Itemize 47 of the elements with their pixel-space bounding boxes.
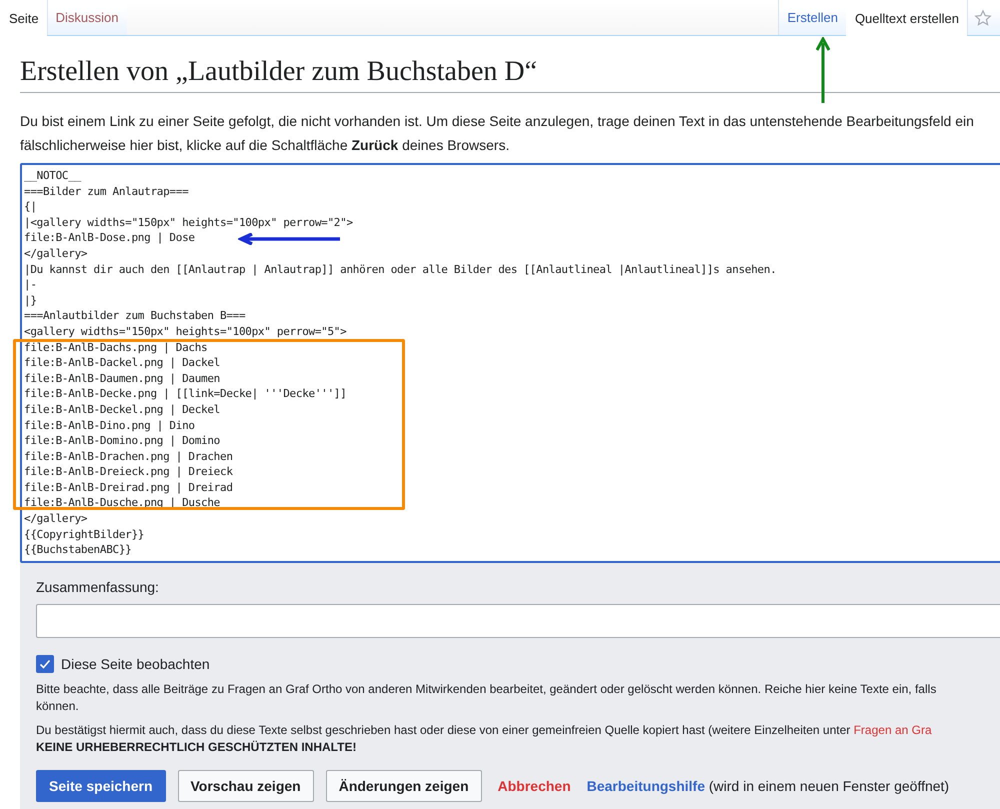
code-line: {| — [24, 199, 37, 215]
license-link[interactable]: Fragen an Gra — [854, 722, 932, 737]
code-line: {{CopyrightBilder}} — [24, 526, 144, 542]
left-arrow-icon — [238, 233, 342, 245]
save-button[interactable]: Seite speichern — [36, 770, 166, 802]
cancel-link[interactable]: Abbrechen — [494, 770, 575, 801]
code-line: file:B-AnlB-Dreieck.png | Dreieck — [24, 464, 233, 480]
code-line: </gallery> — [24, 246, 88, 262]
action-button[interactable]: Änderungen zeigen — [326, 770, 482, 802]
code-line: file:B-AnlB-Dose.png | Dose — [24, 230, 195, 246]
watch-checkbox[interactable] — [36, 654, 54, 673]
summary-label: Zusammenfassung: — [36, 578, 160, 595]
summary-field[interactable] — [36, 604, 1000, 638]
help-note: (wird in einem neuen Fenster geöffnet) — [708, 778, 950, 794]
code-line: |- — [24, 277, 37, 293]
code-line: __NOTOC__ — [24, 168, 81, 184]
code-line: file:B-AnlB-Dino.png | Dino — [24, 418, 195, 434]
view-tab[interactable]: Erstellen — [778, 0, 846, 35]
notice-text: Bitte beachte, dass alle Beiträge zu Fragen an Graf Ortho von anderen Mitwirkenden bearbeitet, geändert oder gelöscht werden können. Reiche hier keine Texte ein, falls — [36, 680, 938, 698]
license-warning: KEINE URHEBERRECHTLICH GESCHÜTZTEN INHALTE! — [36, 738, 358, 756]
intro-text: fälschlicherweise hier bist, klicke auf die Schaltfläche Zurück deines Browsers. — [20, 136, 510, 155]
page-tab[interactable]: Diskussion — [46, 0, 126, 35]
code-line: <gallery widths="150px" heights="100px" perrow="5"> — [24, 324, 346, 340]
code-line: file:B-AnlB-Domino.png | Domino — [24, 433, 220, 449]
code-line: file:B-AnlB-Dachs.png | Dachs — [24, 340, 208, 356]
notice-text: können. — [36, 698, 80, 715]
help-link[interactable]: Bearbeitungshilfe — [586, 778, 705, 794]
page-heading: Erstellen von „Lautbilder zum Buchstaben D“ — [20, 56, 1000, 93]
license-text: Du bestätigst hiermit auch, dass du diese Texte selbst geschrieben hast oder diese von einer gemeinfreien Quelle kopiert hast (weitere Einzelheiten unter — [36, 722, 850, 737]
watch-label: Diese Seite beobachten — [61, 656, 210, 672]
intro-text: Du bist einem Link zu einer Seite gefolgt, die nicht vorhanden ist. Um diese Seite anzulegen, trage deinen Text in das untenstehende Bearbeitungsfeld ein — [20, 112, 975, 131]
code-line: file:B-AnlB-Deckel.png | Deckel — [24, 402, 220, 418]
code-line: |<gallery widths="150px" heights="100px" perrow="2"> — [24, 214, 353, 230]
code-line: file:B-AnlB-Dreirad.png | Dreirad — [24, 480, 233, 496]
action-button[interactable]: Vorschau zeigen — [178, 770, 314, 802]
source-editor[interactable] — [20, 163, 1000, 563]
code-line: ===Bilder zum Anlautrap=== — [24, 184, 188, 200]
code-line: {{BuchstabenABC}} — [24, 542, 132, 558]
code-line: ===Anlautbilder zum Buchstaben B=== — [24, 308, 246, 324]
code-line: file:B-AnlB-Drachen.png | Drachen — [24, 448, 233, 464]
code-line: |Du kannst dir auch den [[Anlautrap | Anlautrap]] anhören oder alle Bilder des [[Anlautlineal |Anlautlineal]]s ansehen. — [24, 262, 776, 278]
code-line: file:B-AnlB-Decke.png | [[link=Decke| '''Decke''']] — [24, 386, 346, 402]
code-line: file:B-AnlB-Dackel.png | Dackel — [24, 355, 220, 371]
code-line: file:B-AnlB-Daumen.png | Daumen — [24, 370, 220, 386]
up-arrow-icon — [816, 37, 830, 105]
code-line: </gallery> — [24, 511, 88, 527]
code-line: |} — [24, 292, 37, 308]
